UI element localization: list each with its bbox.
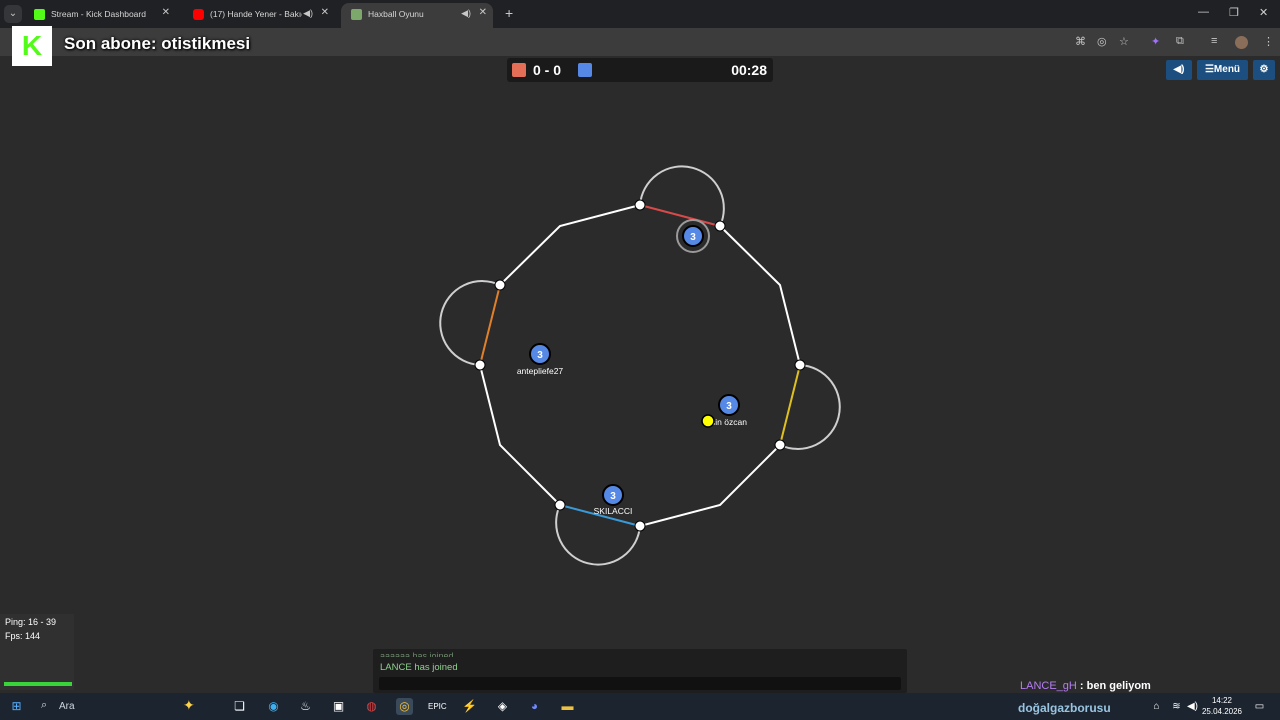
wifi-icon[interactable]: ≋ [1168, 698, 1185, 715]
chat-input[interactable] [379, 677, 901, 690]
clock-date: 25.04.2026 [1201, 707, 1243, 716]
wall [499, 204, 641, 286]
goal-post [714, 220, 726, 232]
marquee-text: doğalgazborusu [1018, 701, 1111, 715]
svg-text:3: 3 [610, 491, 616, 502]
goal-line-red [639, 204, 721, 227]
chat-line: LANCE has joined [380, 662, 458, 673]
player-antepliefe27: 3 antepliefe27 [517, 343, 564, 376]
svg-text:3: 3 [726, 401, 732, 412]
kick-app-icon[interactable]: ⚡ [461, 698, 478, 715]
epic-games-icon[interactable]: EPIC [428, 698, 447, 715]
game-field[interactable]: 3 3 antepliefe27 3 sin özcan 3 SKILACCI [0, 0, 1280, 720]
game-chat: aaaaaa has joined LANCE has joined [373, 649, 907, 693]
edge-icon[interactable]: ◉ [265, 698, 282, 715]
wall [479, 364, 561, 506]
chat-line: aaaaaa has joined [380, 651, 454, 657]
goal-post [494, 279, 506, 291]
svg-text:3: 3 [537, 350, 543, 361]
goal-line-yellow [779, 364, 801, 446]
taskbar-search[interactable]: ⌕ Ara ✦ [33, 694, 219, 719]
wall [639, 444, 781, 527]
steam-icon[interactable]: ♨ [297, 698, 314, 715]
ping-graph [4, 682, 72, 686]
goal-post [634, 520, 646, 532]
goal-post [474, 359, 486, 371]
player-sin-ozcan: 3 sin özcan [711, 394, 747, 427]
svg-text:3: 3 [690, 232, 696, 243]
player-skilacci: 3 SKILACCI [594, 484, 633, 516]
chat-username: LANCE_gH [1020, 680, 1077, 692]
goal-net-top [639, 165, 725, 227]
player-name: SKILACCI [594, 506, 633, 516]
volume-icon[interactable]: ◀) [1184, 698, 1201, 715]
network-icon[interactable]: ⌂ [1148, 698, 1165, 715]
search-icon: ⌕ [41, 699, 48, 711]
goal-post [774, 439, 786, 451]
search-label: Ara [59, 701, 75, 712]
app-icon[interactable]: ◈ [494, 698, 511, 715]
stream-chat-message: LANCE_gH : ben geliyom [1020, 680, 1151, 692]
system-clock[interactable]: 14:22 25.04.2026 [1200, 695, 1244, 717]
goal-post [794, 359, 806, 371]
player-self: 3 [676, 219, 710, 253]
goal-line-orange [479, 284, 501, 366]
clock-time: 14:22 [1211, 696, 1233, 705]
app-icon[interactable]: ◍ [363, 698, 380, 715]
ping-text: Ping: 16 - 39 [5, 617, 57, 627]
player-name: sin özcan [711, 417, 747, 427]
net-stats: Ping: 16 - 39 Fps: 144 [0, 614, 74, 690]
wall [719, 225, 801, 366]
ball [701, 414, 715, 428]
screen: ⌄ Stream - Kick Dashboard ✕ (17) Hande Y… [0, 0, 1280, 720]
chrome-icon[interactable]: ◎ [396, 698, 413, 715]
discord-icon[interactable]: ◕ [526, 698, 543, 715]
notification-icon[interactable]: ▭ [1251, 698, 1268, 715]
store-icon[interactable]: ▣ [330, 698, 347, 715]
goal-post [634, 199, 646, 211]
sparkle-icon: ✦ [183, 697, 195, 713]
chat-separator: : [1076, 680, 1087, 692]
chat-text: ben geliyom [1086, 680, 1151, 692]
fps-text: Fps: 144 [5, 631, 41, 641]
windows-start-icon[interactable]: ⊞ [8, 698, 25, 715]
goal-post [554, 499, 566, 511]
task-view-icon[interactable]: ❏ [231, 698, 248, 715]
file-explorer-icon[interactable]: ▬ [559, 698, 576, 715]
player-name: antepliefe27 [517, 366, 564, 376]
